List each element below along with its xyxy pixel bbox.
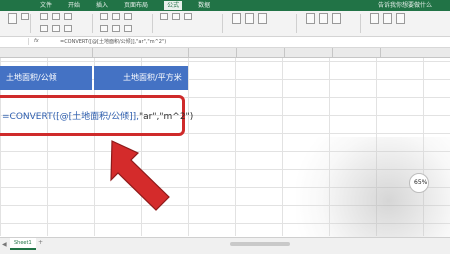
add-sheet-button[interactable]: + [38,239,43,246]
progress-indicator: 65% [409,173,429,193]
pointer-arrow-icon [110,140,170,211]
sheet-tab[interactable]: Sheet1 [10,238,36,250]
progress-percent: 65% [414,179,428,186]
horizontal-scrollbar[interactable] [230,242,290,246]
sheet-nav-icon[interactable]: ◀ [2,241,7,248]
arrow-shape [110,140,170,211]
sheet-tab-bar: ◀ Sheet1 + [0,237,450,254]
